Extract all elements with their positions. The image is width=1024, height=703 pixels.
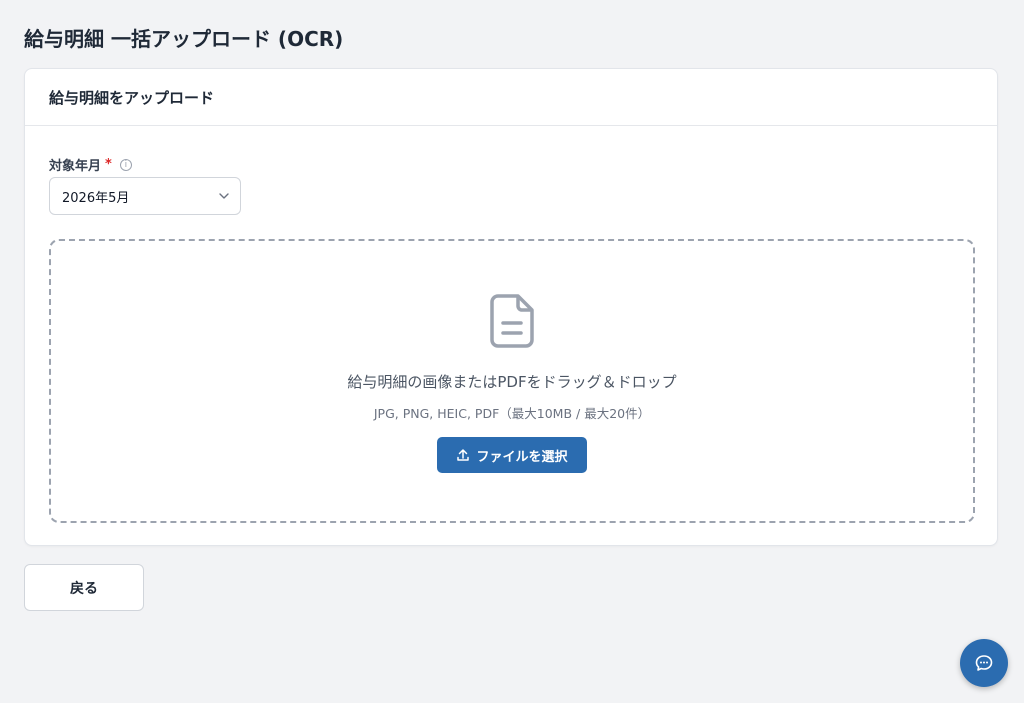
target-month-label: 対象年月 * i <box>49 155 132 174</box>
document-icon <box>490 294 534 348</box>
chevron-down-icon <box>219 193 229 199</box>
upload-card: 給与明細をアップロード 対象年月 * i 2026年5月 給与明細の画像またはP… <box>24 68 998 546</box>
info-icon[interactable]: i <box>119 158 132 171</box>
upload-icon <box>457 449 470 461</box>
file-dropzone[interactable]: 給与明細の画像またはPDFをドラッグ＆ドロップ JPG, PNG, HEIC, … <box>49 239 975 523</box>
chat-button[interactable] <box>960 639 1008 687</box>
back-button[interactable]: 戻る <box>24 564 144 611</box>
target-month-value: 2026年5月 <box>62 190 130 206</box>
card-header: 給与明細をアップロード <box>25 69 997 126</box>
dropzone-sub-text: JPG, PNG, HEIC, PDF（最大10MB / 最大20件） <box>373 406 651 421</box>
dropzone-main-text: 給与明細の画像またはPDFをドラッグ＆ドロップ <box>347 373 677 391</box>
chat-bubble-icon <box>975 655 993 671</box>
page-title: 給与明細 一括アップロード (OCR) <box>24 27 344 51</box>
target-month-label-text: 対象年月 <box>49 159 102 174</box>
required-mark: * <box>105 157 112 172</box>
choose-file-label: ファイルを選択 <box>476 449 568 465</box>
target-month-select[interactable]: 2026年5月 <box>49 177 241 215</box>
choose-file-button[interactable]: ファイルを選択 <box>437 437 587 473</box>
